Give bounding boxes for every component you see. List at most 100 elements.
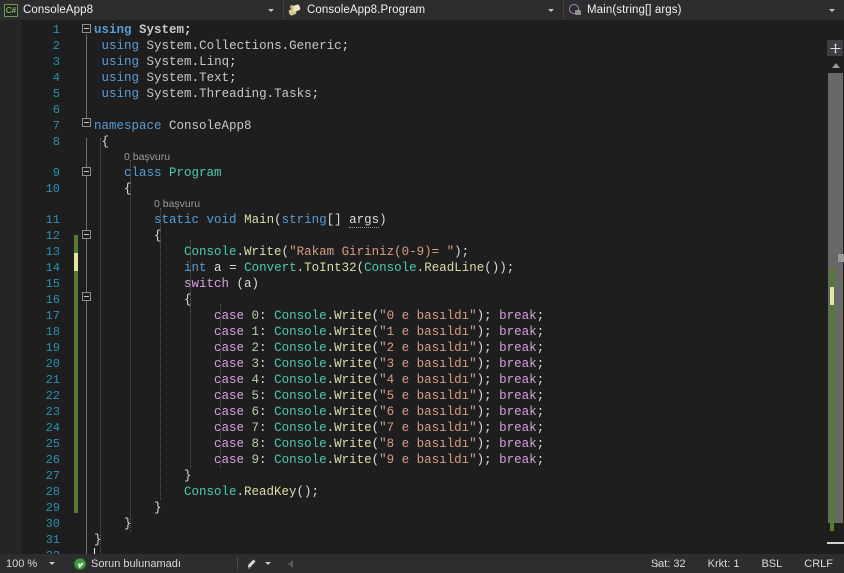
visual-studio-editor-window: C# ConsoleApp8 ConsoleApp8.Program Main(… xyxy=(0,0,844,573)
vertical-scrollbar[interactable] xyxy=(810,40,844,554)
type-selector-label: ConsoleApp8.Program xyxy=(307,4,426,16)
collapse-region-method[interactable] xyxy=(82,230,91,239)
line-number: 27 xyxy=(45,469,60,483)
line-number: 23 xyxy=(45,405,60,419)
code-line: case 3: Console.Write("3 e basıldı"); br… xyxy=(214,357,545,371)
code-editor[interactable]: 1 2 3 4 5 6 7 8 9 10 11 12 13 14 15 16 1… xyxy=(0,20,844,554)
horizontal-scrollbar[interactable] xyxy=(288,556,661,571)
collapse-region-namespace[interactable] xyxy=(82,118,91,127)
zoom-level-label: 100 % xyxy=(6,557,38,570)
line-number: 29 xyxy=(45,501,60,515)
indicator-margin[interactable] xyxy=(0,20,22,554)
code-line: using System.Threading.Tasks; xyxy=(101,87,320,101)
code-line: } xyxy=(154,501,162,515)
scrollbar-position-mark xyxy=(838,254,844,262)
method-icon xyxy=(568,3,582,17)
code-coverage-control[interactable] xyxy=(246,557,271,570)
collapse-region-class[interactable] xyxy=(82,167,91,176)
code-line: namespace ConsoleApp8 xyxy=(94,119,252,133)
codelens-references[interactable]: 0 başvuru xyxy=(154,197,200,212)
type-selector-chevron-down-icon[interactable] xyxy=(543,0,559,20)
code-line: using System.Collections.Generic; xyxy=(101,39,350,53)
line-number: 31 xyxy=(45,533,60,547)
line-number: 20 xyxy=(45,357,60,371)
code-line: } xyxy=(184,469,192,483)
caret-line-indicator: Sat: 32 xyxy=(650,557,686,570)
change-bar-margin xyxy=(72,20,80,554)
code-line: { xyxy=(124,182,132,196)
line-number: 4 xyxy=(52,71,60,85)
coverage-chevron-down-icon[interactable] xyxy=(264,562,271,565)
line-number: 5 xyxy=(52,87,60,101)
code-line: case 2: Console.Write("2 e basıldı"); br… xyxy=(214,341,545,355)
code-line: } xyxy=(94,533,102,547)
line-number: 22 xyxy=(45,389,60,403)
codelens-references[interactable]: 0 başvuru xyxy=(124,150,170,165)
type-selector-combo[interactable]: ConsoleApp8.Program xyxy=(284,0,564,20)
collapse-region-usings[interactable] xyxy=(82,24,91,33)
member-selector-label: Main(string[] args) xyxy=(587,4,682,16)
code-line: case 7: Console.Write("7 e basıldı"); br… xyxy=(214,421,545,435)
line-endings-indicator[interactable]: CRLF xyxy=(793,558,844,570)
line-number: 30 xyxy=(45,517,60,531)
code-line: case 6: Console.Write("6 e basıldı"); br… xyxy=(214,405,545,419)
highlighter-icon xyxy=(247,559,256,569)
project-selector-chevron-down-icon[interactable] xyxy=(263,0,279,20)
navigation-bar: C# ConsoleApp8 ConsoleApp8.Program Main(… xyxy=(0,0,844,20)
status-divider xyxy=(236,557,238,570)
scrollbar-track[interactable] xyxy=(827,73,844,553)
code-line: int a = Convert.ToInt32(Console.ReadLine… xyxy=(184,261,515,275)
line-number: 24 xyxy=(45,421,60,435)
scrollbar-change-mark-unsaved xyxy=(830,287,834,305)
line-number: 19 xyxy=(45,341,60,355)
code-line: Console.Write("Rakam Giriniz(0-9)= "); xyxy=(184,245,470,259)
csharp-project-icon: C# xyxy=(4,3,18,17)
code-line: case 5: Console.Write("5 e basıldı"); br… xyxy=(214,389,545,403)
build-status[interactable]: Sorun bulunamadı xyxy=(74,557,181,570)
line-number: 3 xyxy=(52,55,60,69)
line-number: 16 xyxy=(45,293,60,307)
collapse-region-switch[interactable] xyxy=(82,292,91,301)
zoom-chevron-down-icon[interactable] xyxy=(49,562,56,565)
status-bar-right: Sat: 32 Krkt: 1 BSL CRLF xyxy=(640,554,844,573)
line-number: 11 xyxy=(45,213,60,227)
line-number: 8 xyxy=(52,135,60,149)
scroll-up-arrow-icon[interactable] xyxy=(827,58,844,73)
member-selector-combo[interactable]: Main(string[] args) xyxy=(564,0,844,20)
code-line: } xyxy=(124,517,132,531)
outline-vline-namespace xyxy=(86,138,87,554)
code-line: { xyxy=(94,135,110,149)
line-number: 9 xyxy=(52,166,60,180)
check-circle-icon xyxy=(74,557,86,570)
scrollbar-change-mark-saved xyxy=(830,269,834,531)
scrollbar-thumb[interactable] xyxy=(828,73,843,531)
caret-column-indicator: Krkt: 1 xyxy=(707,557,740,570)
line-number: 7 xyxy=(52,119,60,133)
line-number: 10 xyxy=(45,182,60,196)
line-number-gutter: 1 2 3 4 5 6 7 8 9 10 11 12 13 14 15 16 1… xyxy=(22,20,64,554)
zoom-level-control[interactable]: 100 % xyxy=(0,558,74,570)
code-line: case 0: Console.Write("0 e basıldı"); br… xyxy=(214,309,545,323)
member-selector-chevron-down-icon[interactable] xyxy=(824,0,840,20)
line-number: 26 xyxy=(45,453,60,467)
class-icon xyxy=(288,3,302,17)
line-number: 17 xyxy=(45,309,60,323)
code-line: { xyxy=(184,293,192,307)
line-number: 15 xyxy=(45,277,60,291)
project-selector-combo[interactable]: C# ConsoleApp8 xyxy=(0,0,284,20)
line-number: 1 xyxy=(52,23,60,37)
split-view-icon[interactable] xyxy=(827,40,843,56)
scrollbar-caret-mark xyxy=(827,542,844,544)
code-line: { xyxy=(154,229,162,243)
insert-mode-indicator[interactable]: BSL xyxy=(750,558,793,570)
code-line: static void Main(string[] args) xyxy=(154,213,387,228)
line-number: 21 xyxy=(45,373,60,387)
scroll-left-arrow-icon[interactable] xyxy=(288,559,293,568)
code-line: case 4: Console.Write("4 e basıldı"); br… xyxy=(214,373,545,387)
code-line: using System; xyxy=(94,23,192,37)
change-bar-unsaved xyxy=(74,253,78,271)
code-text-area[interactable]: using System; using System.Collections.G… xyxy=(94,20,810,554)
line-number: 12 xyxy=(45,229,60,243)
outlining-margin[interactable] xyxy=(80,20,94,554)
line-number: 6 xyxy=(52,103,60,117)
